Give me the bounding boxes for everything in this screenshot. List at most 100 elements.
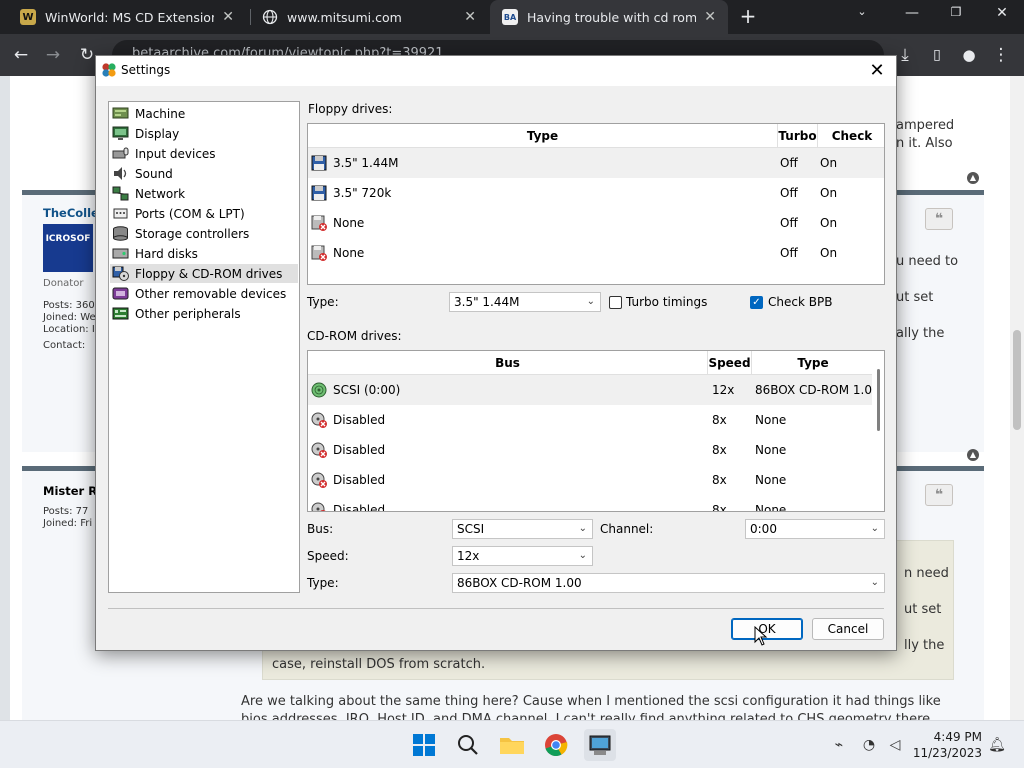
scroll-top-icon[interactable]: ▲ [967,449,979,461]
category-display[interactable]: Display [110,124,298,143]
floppy-header-check-bpb[interactable]: Check BPB [818,124,884,167]
tab-search-icon[interactable]: ⌄ [852,5,872,18]
turbo-timings-label[interactable]: Turbo timings [626,295,707,309]
cdrom-drives-table[interactable]: Bus Speed Type SCSI (0:00) 12x 86BOX CD-… [307,350,885,512]
category-hard-disks[interactable]: Hard disks [110,244,298,263]
floppy-type-cell: 3.5" 720k [333,186,392,200]
wifi-icon[interactable]: ◔ [860,736,878,754]
category-ports[interactable]: Ports (COM & LPT) [110,204,298,223]
category-machine[interactable]: Machine [110,104,298,123]
browser-tab-winworld[interactable]: W WinWorld: MS CD Extensions (M ✕ [8,0,246,34]
forward-icon[interactable]: → [42,44,64,66]
side-panel-icon[interactable]: ▯ [926,44,948,66]
floppy-type-label: Type: [307,295,339,309]
floppy-cdrom-icon [112,266,129,281]
download-icon[interactable]: ⤓ [894,44,916,66]
cdrom-row[interactable]: Disabled 8x None [308,465,884,495]
floppy-type-value: 3.5" 1.44M [454,295,520,309]
category-sound[interactable]: Sound [110,164,298,183]
86box-taskbar-button[interactable] [584,729,616,761]
floppy-row[interactable]: None Off On [308,238,884,268]
user-location: Location: I [43,324,95,335]
dialog-close-icon[interactable]: ✕ [864,58,890,84]
floppy-drives-table[interactable]: Type Turbo Check BPB 3.5" 1.44M Off On 3… [307,123,885,285]
category-floppy-cdrom[interactable]: Floppy & CD-ROM drives [110,264,298,283]
tab-close-icon[interactable]: ✕ [464,9,476,25]
floppy-checkbpb-cell: On [820,156,838,170]
cdrom-header-speed[interactable]: Speed [708,351,752,375]
menu-icon[interactable]: ⋮ [990,44,1012,66]
chevron-down-icon: ⌄ [586,296,595,307]
cdrom-type-select[interactable]: 86BOX CD-ROM 1.00 ⌄ [452,573,885,593]
system-clock[interactable]: 4:49 PM 11/23/2023 [913,729,982,761]
cdrom-bus-select[interactable]: SCSI ⌄ [452,519,593,539]
cdrom-row[interactable]: Disabled 8x None [308,405,884,435]
cdrom-header-bus[interactable]: Bus [308,351,708,375]
cdrom-speed-select[interactable]: 12x ⌄ [452,546,593,566]
peripherals-icon [112,307,129,320]
cdrom-scrollbar-thumb[interactable] [877,369,880,431]
floppy-row[interactable]: None Off On [308,208,884,238]
chrome-button[interactable] [540,729,572,761]
cdrom-speed-cell: 12x [712,383,735,397]
scroll-top-icon[interactable]: ▲ [967,172,979,184]
turbo-timings-checkbox[interactable] [609,296,622,309]
category-storage-controllers[interactable]: Storage controllers [110,224,298,243]
check-bpb-label[interactable]: Check BPB [768,295,832,309]
floppy-header-turbo[interactable]: Turbo [778,124,818,148]
volume-icon[interactable]: ◁ [886,736,904,754]
ports-icon [113,208,128,219]
cdrom-speed-label: Speed: [307,549,349,563]
new-tab-icon[interactable]: + [738,6,758,26]
category-label: Display [135,126,180,141]
category-network[interactable]: Network [110,184,298,203]
tab-close-icon[interactable]: ✕ [222,9,234,25]
tab-close-icon[interactable]: ✕ [704,9,716,25]
floppy-turbo-cell: Off [780,216,798,230]
profile-icon[interactable]: ● [958,44,980,66]
cdrom-row[interactable]: Disabled 8x None [308,495,884,511]
quote-button[interactable]: ❝ [925,484,953,506]
post-author[interactable]: Mister R [43,484,97,498]
post-author[interactable]: TheColle [43,206,99,220]
notification-bell-icon[interactable]: 🔔︎ [988,736,1006,754]
floppy-row[interactable]: 3.5" 720k Off On [308,178,884,208]
cdrom-channel-select[interactable]: 0:00 ⌄ [745,519,885,539]
machine-icon [112,107,129,119]
floppy-header-type[interactable]: Type [308,124,778,148]
start-button[interactable] [408,729,440,761]
category-other-removable[interactable]: Other removable devices [110,284,298,303]
close-window-icon[interactable]: ✕ [992,5,1012,21]
cdrom-row[interactable]: Disabled 8x None [308,435,884,465]
category-input-devices[interactable]: Input devices [110,144,298,163]
category-label: Sound [135,166,173,181]
dialog-titlebar: Settings ✕ [96,56,896,86]
category-label: Other removable devices [135,286,287,301]
restore-icon[interactable]: ❐ [946,5,966,19]
page-scrollbar-thumb[interactable] [1013,330,1021,430]
floppy-row[interactable]: 3.5" 1.44M Off On [308,148,884,178]
cdrom-channel-label: Channel: [600,522,654,536]
back-icon[interactable]: ← [10,44,32,66]
network-status-icon[interactable]: ⌁ [830,736,848,754]
cancel-button[interactable]: Cancel [812,618,884,640]
category-other-peripherals[interactable]: Other peripherals [110,304,298,323]
floppy-type-select[interactable]: 3.5" 1.44M ⌄ [449,292,601,312]
quote-button[interactable]: ❝ [925,208,953,230]
mouse-cursor-icon [754,626,768,646]
cdrom-header-type[interactable]: Type [752,351,874,375]
cdrom-bus-cell: Disabled [333,473,386,487]
minimize-icon[interactable]: — [902,5,922,21]
cdrom-type-cell: None [755,413,787,427]
browser-tab-mitsumi[interactable]: www.mitsumi.com ✕ [250,0,488,34]
cdrom-disabled-icon [311,442,327,458]
cdrom-table-scrollbar[interactable] [872,351,884,511]
browser-tabstrip: W WinWorld: MS CD Extensions (M ✕ www.mi… [0,0,1024,34]
cdrom-row[interactable]: SCSI (0:00) 12x 86BOX CD-ROM 1.00 [308,375,884,405]
page-scrollbar[interactable] [1010,76,1024,720]
file-explorer-button[interactable] [496,729,528,761]
check-bpb-checkbox[interactable]: ✓ [750,296,763,309]
browser-tab-betaarchive[interactable]: BA Having trouble with cd rom driv ✕ [490,0,728,34]
search-button[interactable] [452,729,484,761]
tab-title: Having trouble with cd rom driv [527,9,697,25]
